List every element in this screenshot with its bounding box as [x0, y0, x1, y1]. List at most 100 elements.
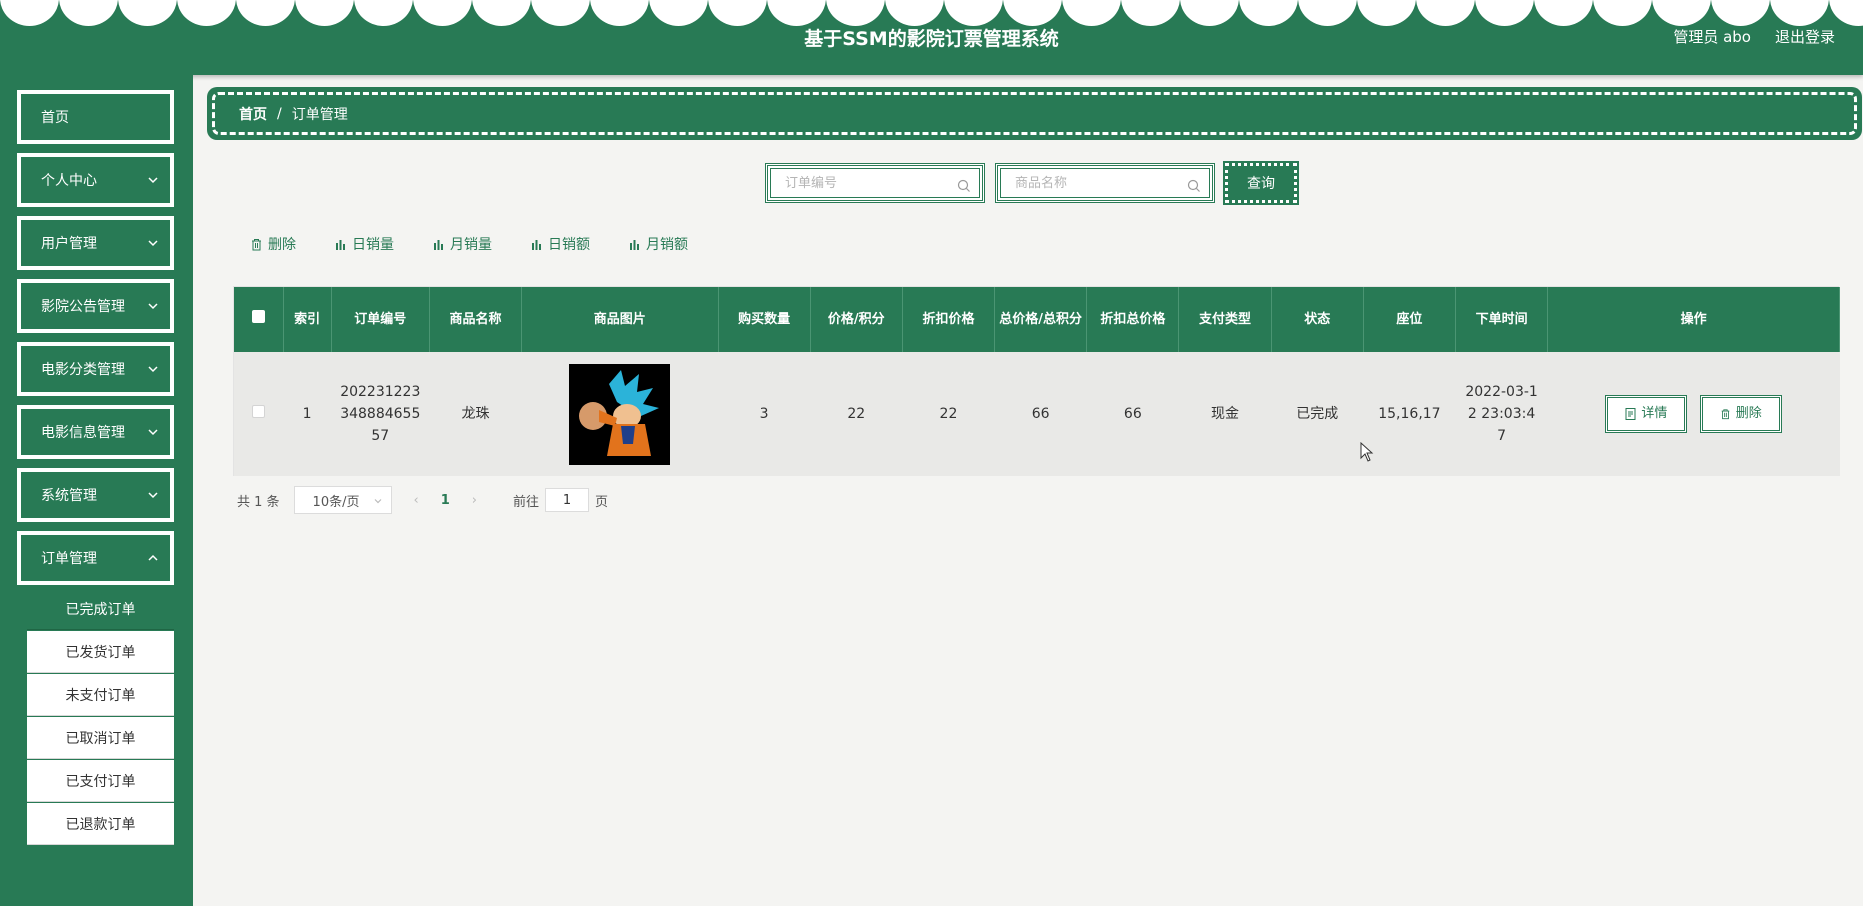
detail-button[interactable]: 详情: [1605, 395, 1688, 433]
daily-sales-amount-button[interactable]: 日销额: [530, 234, 590, 254]
sidebar-item-label: 影院公告管理: [41, 299, 125, 315]
submenu-unpaid-orders[interactable]: 未支付订单: [27, 674, 174, 716]
mouse-cursor-icon: [1360, 442, 1374, 462]
select-all-cell: [234, 287, 284, 352]
bar-chart-icon: [630, 239, 639, 250]
prev-page-button[interactable]: ‹: [414, 493, 419, 508]
column-header: 折扣价格: [902, 287, 996, 352]
column-header: 折扣总价格: [1086, 287, 1180, 352]
sidebar-item-cinema-announcements[interactable]: 影院公告管理: [17, 279, 174, 333]
order-no-input[interactable]: [771, 169, 979, 197]
chevron-down-icon: [148, 177, 158, 184]
trash-icon: [252, 238, 261, 250]
document-icon: [1625, 408, 1636, 420]
submenu-paid-orders[interactable]: 已支付订单: [27, 760, 174, 802]
next-page-button[interactable]: ›: [472, 493, 477, 508]
sidebar-item-personal-center[interactable]: 个人中心: [17, 153, 174, 207]
action-toolbar: 删除 日销量 月销量 日销额 月销额: [250, 234, 726, 254]
sidebar-item-label: 系统管理: [41, 488, 97, 504]
chevron-down-icon: [374, 499, 381, 504]
table-row: 1 20223122334888465557 龙珠 3 22 22 66 66 …: [234, 352, 1840, 476]
column-header: 座位: [1363, 287, 1457, 352]
current-user: 管理员 abo: [1673, 28, 1751, 46]
column-header: 价格/积分: [810, 287, 903, 352]
delete-button[interactable]: 删除: [1699, 395, 1782, 433]
table-header-row: 索引 订单编号 商品名称 商品图片 购买数量 价格/积分 折扣价格 总价格/总积…: [234, 287, 1840, 352]
select-all-checkbox[interactable]: [251, 309, 265, 323]
app-title: 基于SSM的影院订票管理系统: [804, 28, 1059, 50]
monthly-sales-amount-button[interactable]: 月销额: [628, 234, 688, 254]
submenu-shipped-orders[interactable]: 已发货订单: [27, 631, 174, 673]
detail-label: 详情: [1641, 406, 1668, 421]
logout-link[interactable]: 退出登录: [1775, 26, 1835, 47]
cell-status: 已完成: [1271, 352, 1364, 476]
cell-discount-price: 22: [902, 352, 996, 476]
column-header: 商品图片: [521, 287, 719, 352]
bar-chart-icon: [434, 239, 443, 250]
row-select-cell: [234, 352, 284, 476]
column-header: 商品名称: [429, 287, 523, 352]
breadcrumb: 首页 / 订单管理: [207, 87, 1862, 140]
chevron-down-icon: [148, 554, 158, 561]
column-header: 订单编号: [331, 287, 430, 352]
cell-quantity: 3: [718, 352, 811, 476]
sidebar-item-system[interactable]: 系统管理: [17, 468, 174, 522]
breadcrumb-home[interactable]: 首页: [239, 104, 267, 124]
bulk-delete-button[interactable]: 删除: [250, 234, 296, 254]
product-image: [569, 363, 671, 465]
search-icon: [1187, 179, 1200, 192]
query-button[interactable]: 查询: [1223, 161, 1299, 205]
sidebar-item-label: 订单管理: [41, 551, 97, 567]
sidebar-item-movie-categories[interactable]: 电影分类管理: [17, 342, 174, 396]
cell-seats: 15,16,17: [1363, 352, 1457, 476]
column-header: 操作: [1547, 287, 1840, 352]
daily-sales-volume-button[interactable]: 日销量: [334, 234, 394, 254]
sidebar-item-label: 电影分类管理: [41, 362, 125, 378]
cell-price: 22: [810, 352, 903, 476]
sidebar-item-label: 用户管理: [41, 236, 97, 252]
sidebar-item-user-management[interactable]: 用户管理: [17, 216, 174, 270]
column-header: 购买数量: [718, 287, 811, 352]
sidebar-item-label: 个人中心: [41, 173, 97, 189]
column-header: 索引: [283, 287, 332, 352]
trash-icon: [1721, 409, 1730, 420]
cell-total: 66: [994, 352, 1088, 476]
bar-chart-icon: [336, 239, 345, 250]
column-header: 下单时间: [1455, 287, 1549, 352]
goto-label: 前往: [513, 494, 540, 510]
daily-sales-volume-label: 日销量: [352, 237, 394, 253]
sidebar-item-label: 电影信息管理: [41, 425, 125, 441]
search-icon: [957, 179, 970, 192]
column-header: 总价格/总积分: [994, 287, 1088, 352]
row-checkbox[interactable]: [251, 405, 265, 418]
submenu-cancelled-orders[interactable]: 已取消订单: [27, 717, 174, 759]
goto-page-input[interactable]: 1: [545, 488, 590, 512]
sidebar-item-movie-info[interactable]: 电影信息管理: [17, 405, 174, 459]
product-name-input[interactable]: [1001, 169, 1209, 197]
total-count: 共 1 条: [237, 494, 280, 510]
sidebar-item-orders[interactable]: 订单管理: [17, 531, 174, 585]
column-header: 状态: [1271, 287, 1364, 352]
sidebar-item-home[interactable]: 首页: [17, 90, 174, 144]
chevron-down-icon: [148, 429, 158, 436]
bar-chart-icon: [532, 239, 541, 250]
order-no-search: [765, 163, 985, 203]
column-header: 支付类型: [1178, 287, 1272, 352]
chevron-down-icon: [148, 240, 158, 247]
orders-table: 索引 订单编号 商品名称 商品图片 购买数量 价格/积分 折扣价格 总价格/总积…: [233, 286, 1840, 476]
cell-actions: 详情 删除: [1547, 352, 1840, 476]
submenu-refunded-orders[interactable]: 已退款订单: [27, 803, 174, 845]
scallop-decoration: [0, 0, 1863, 26]
sidebar-item-label: 首页: [41, 110, 69, 126]
sidebar: 首页 个人中心 用户管理 影院公告管理 电影分类管理 电影信息管理 系统管理 订…: [0, 75, 193, 906]
submenu-completed-orders[interactable]: 已完成订单: [27, 588, 174, 630]
cell-pay-type: 现金: [1178, 352, 1272, 476]
page-size-select[interactable]: 10条/页: [293, 486, 392, 514]
breadcrumb-current: 订单管理: [291, 106, 348, 123]
cell-product: 龙珠: [429, 352, 523, 476]
monthly-sales-volume-button[interactable]: 月销量: [432, 234, 492, 254]
bulk-delete-label: 删除: [268, 237, 296, 253]
page-number[interactable]: 1: [441, 493, 450, 508]
monthly-sales-amount-label: 月销额: [646, 237, 688, 253]
top-header: 基于SSM的影院订票管理系统 管理员 abo 退出登录: [0, 0, 1863, 75]
